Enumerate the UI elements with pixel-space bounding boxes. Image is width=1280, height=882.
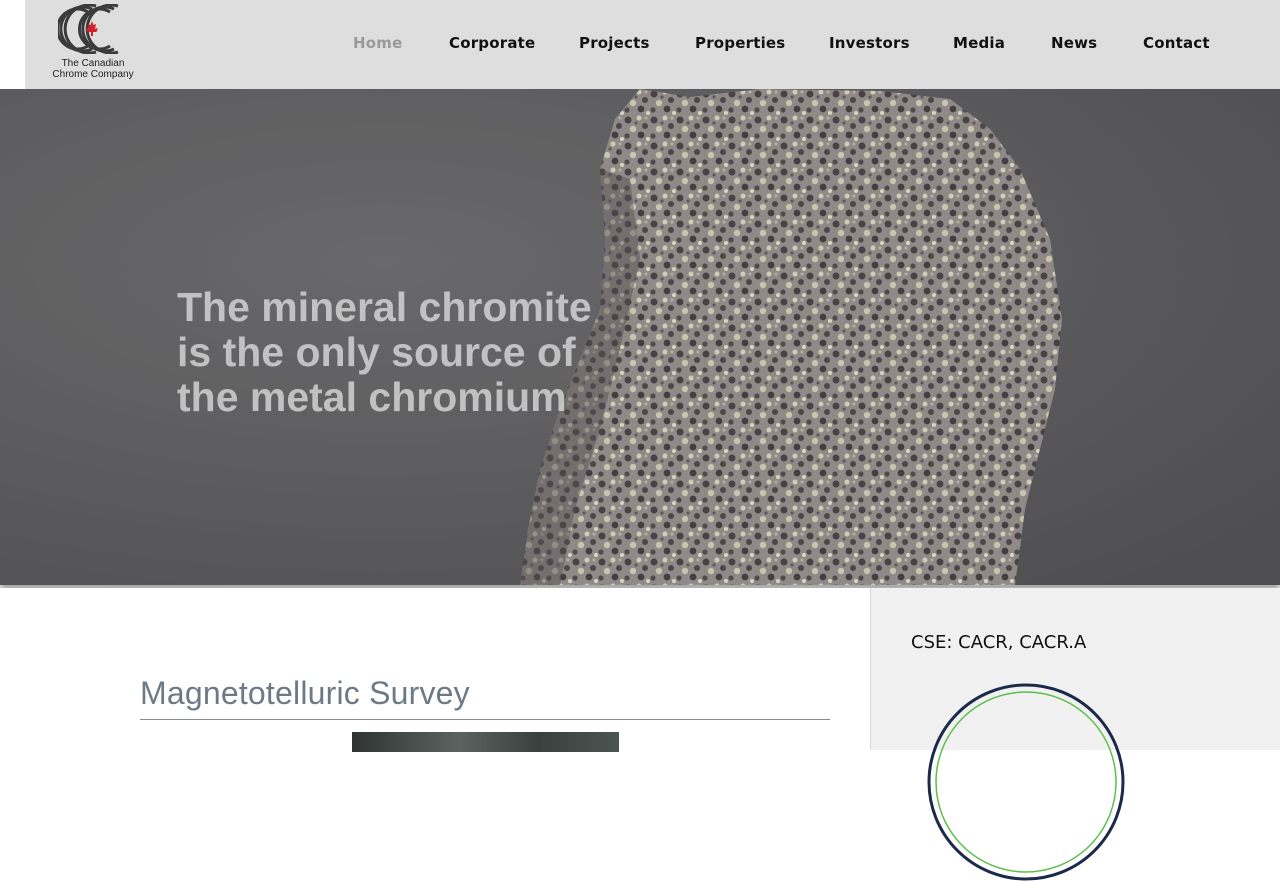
nav-media[interactable]: Media xyxy=(953,34,1005,52)
logo-text-line1: The Canadian xyxy=(61,58,125,69)
nav-home[interactable]: Home xyxy=(353,34,402,52)
stock-ticker: CSE: CACR, CACR.A xyxy=(911,632,1087,653)
nav-corporate[interactable]: Corporate xyxy=(449,34,535,52)
nav-news[interactable]: News xyxy=(1051,34,1097,52)
logo-text: The Canadian Chrome Company xyxy=(46,58,140,80)
section-title: Magnetotelluric Survey xyxy=(140,675,470,711)
logo-text-line2: Chrome Company xyxy=(52,69,134,80)
nav-projects[interactable]: Projects xyxy=(579,34,650,52)
title-divider xyxy=(140,719,830,720)
nav-contact[interactable]: Contact xyxy=(1143,34,1210,52)
survey-image[interactable] xyxy=(352,732,619,752)
hero-banner: The mineral chromite is the only source … xyxy=(0,89,1280,585)
nav-investors[interactable]: Investors xyxy=(829,34,910,52)
hero-headline: The mineral chromite is the only source … xyxy=(177,284,592,420)
canadian-chrome-logo-icon xyxy=(58,4,119,54)
sidebar: CSE: CACR, CACR.A xyxy=(870,588,1280,881)
site-header: The Canadian Chrome Company Home Corpora… xyxy=(0,0,1280,89)
nav-properties[interactable]: Properties xyxy=(695,34,785,52)
main-content: Magnetotelluric Survey xyxy=(0,588,870,752)
site-logo[interactable]: The Canadian Chrome Company xyxy=(46,4,140,84)
badge-circle-icon xyxy=(927,683,1125,881)
